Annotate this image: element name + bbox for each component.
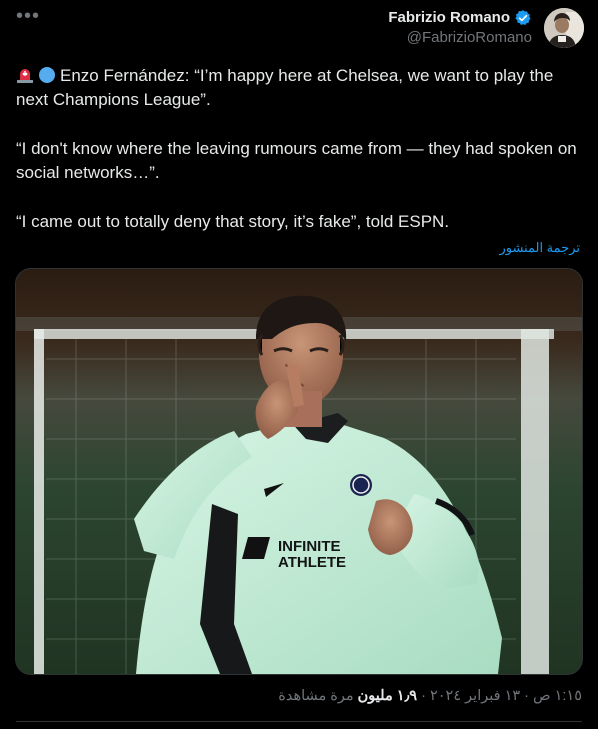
tweet-line-3: “I came out to totally deny that story, … [16,212,450,231]
tweet-metadata: ١:١٥ ص · ١٣ فبراير ٢٠٢٤ · ١٫٩ مليون مرة … [278,688,582,704]
view-count: ١٫٩ مليون [357,688,418,704]
jersey-sponsor-line-1: INFINITE [278,538,341,555]
jersey-sponsor-line-2: ATHLETE [278,554,346,571]
view-count-label: مرة مشاهدة [278,688,354,704]
tweet-line-1: Enzo Fernández: “I’m happy here at Chels… [16,66,554,109]
tweet-paragraph-1: Enzo Fernández: “I’m happy here at Chels… [16,64,582,112]
tweet-date[interactable]: ١٣ فبراير ٢٠٢٤ [430,688,520,704]
siren-emoji-icon [17,69,33,83]
author-names: Fabrizio Romano @FabrizioRomano [388,8,532,48]
avatar-image [544,8,584,48]
divider [16,721,582,722]
verified-badge-icon [515,10,531,26]
blue-circle-emoji-icon [39,67,55,83]
tweet-paragraph-3: “I came out to totally deny that story, … [16,210,582,234]
photo-image: INFINITE ATHLETE [16,269,582,674]
more-options-icon[interactable]: ••• [16,6,40,26]
author-handle[interactable]: @FabrizioRomano [388,28,532,48]
author-avatar[interactable] [544,8,584,48]
tweet-paragraph-2: “I don't know where the leaving rumours … [16,137,582,185]
tweet-text: Enzo Fernández: “I’m happy here at Chels… [16,64,582,234]
tweet-time[interactable]: ١:١٥ ص [533,688,582,704]
author-display-name[interactable]: Fabrizio Romano [388,8,510,28]
tweet-line-2: “I don't know where the leaving rumours … [16,139,577,182]
translate-post-link[interactable]: ترجمة المنشور [499,240,580,256]
tweet-author: Fabrizio Romano @FabrizioRomano [388,8,584,48]
tweet-photo[interactable]: INFINITE ATHLETE [15,268,583,675]
author-name-row[interactable]: Fabrizio Romano [388,8,532,28]
